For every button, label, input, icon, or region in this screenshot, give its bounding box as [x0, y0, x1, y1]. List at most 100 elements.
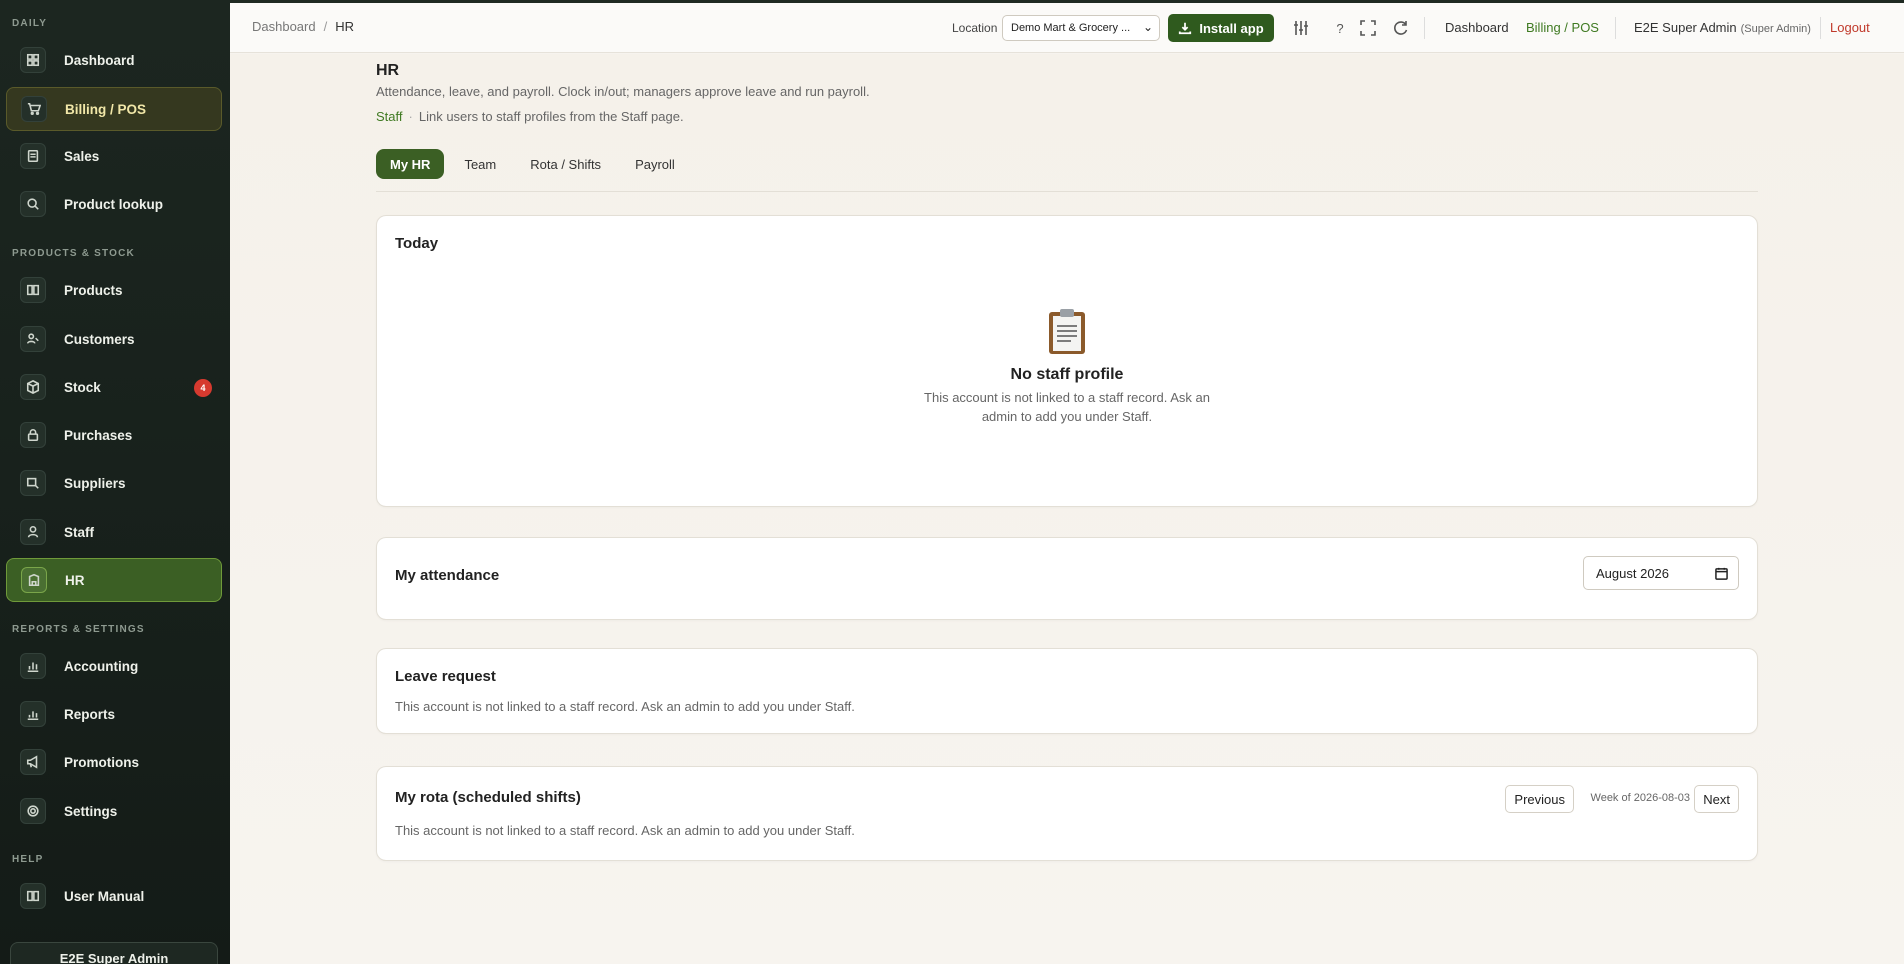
staff-note-text: Link users to staff profiles from the St…	[418, 109, 684, 124]
rota-text: This account is not linked to a staff re…	[395, 823, 855, 838]
tabs-divider	[376, 191, 1758, 192]
sidebar-item-sales[interactable]: Sales	[6, 134, 222, 178]
breadcrumb-current: HR	[335, 19, 355, 34]
rota-title: My rota (scheduled shifts)	[395, 789, 581, 806]
sidebar-item-label: Accounting	[64, 658, 139, 674]
next-week-button[interactable]: Next	[1694, 785, 1739, 813]
breadcrumb: Dashboard / HR	[252, 19, 354, 34]
sidebar-item-label: HR	[65, 572, 85, 588]
sidebar-item-label: Billing / POS	[65, 101, 147, 117]
chevron-down-icon: ⌄	[1142, 20, 1153, 34]
tab-my-hr[interactable]: My HR	[376, 149, 445, 179]
download-icon	[1179, 22, 1192, 35]
fullscreen-icon[interactable]	[1358, 18, 1378, 38]
rota-card: My rota (scheduled shifts) Previous Week…	[376, 766, 1758, 861]
empty-state: No staff profile This account is not lin…	[377, 306, 1757, 426]
leave-request-card: Leave request This account is not linked…	[376, 648, 1758, 734]
sidebar-item-suppliers[interactable]: Suppliers	[6, 461, 222, 505]
sidebar-item-label: Staff	[64, 524, 94, 540]
dot-separator: ·	[408, 109, 413, 124]
sidebar-item-hr[interactable]: HR	[6, 558, 222, 602]
breadcrumb-separator: /	[323, 19, 328, 34]
sidebar-item-products[interactable]: Products	[6, 268, 222, 312]
sidebar-item-label: Customers	[64, 331, 135, 347]
breadcrumb-dashboard[interactable]: Dashboard	[252, 19, 316, 34]
sidebar-item-staff[interactable]: Staff	[6, 510, 222, 554]
sidebar-item-label: Products	[64, 282, 123, 298]
divider	[1424, 17, 1425, 39]
sidebar-item-promotions[interactable]: Promotions	[6, 740, 222, 784]
user-role: (Super Admin)	[1740, 23, 1811, 35]
top-bar: Dashboard / HR Location Demo Mart & Grocer…	[230, 3, 1904, 53]
refresh-icon[interactable]	[1391, 18, 1411, 38]
attendance-title: My attendance	[395, 567, 500, 584]
page-description: Attendance, leave, and payroll. Clock in…	[376, 84, 870, 99]
chart-icon	[20, 701, 46, 727]
location-select[interactable]: Demo Mart & Grocery ... ⌄	[1002, 15, 1160, 41]
tab-team[interactable]: Team	[450, 149, 510, 179]
location-value: Demo Mart & Grocery ...	[1011, 22, 1131, 34]
sidebar-item-label: Promotions	[64, 754, 140, 770]
install-app-button[interactable]: Install app	[1168, 14, 1274, 42]
sidebar-item-product-lookup[interactable]: Product lookup	[6, 182, 222, 226]
sidebar-item-user-manual[interactable]: User Manual	[6, 874, 222, 918]
divider	[1820, 17, 1821, 39]
main-content: HR Attendance, leave, and payroll. Clock…	[230, 54, 1904, 964]
sidebar-item-billing[interactable]: Billing / POS	[6, 87, 222, 131]
topbar-billing-link[interactable]: Billing / POS	[1526, 20, 1599, 35]
month-picker[interactable]: August 2026	[1583, 556, 1739, 590]
clipboard-icon	[1047, 306, 1087, 356]
box-icon	[20, 374, 46, 400]
sidebar-user-card[interactable]: E2E Super Admin	[10, 942, 218, 964]
sidebar-item-reports[interactable]: Reports	[6, 692, 222, 736]
today-title: Today	[395, 235, 439, 252]
customers-icon	[20, 326, 46, 352]
sidebar-item-purchases[interactable]: Purchases	[6, 413, 222, 457]
sidebar-item-label: Sales	[64, 148, 100, 164]
chart-icon	[20, 653, 46, 679]
empty-state-text: This account is not linked to a staff re…	[924, 390, 1210, 424]
empty-state-title: No staff profile	[1010, 366, 1124, 383]
sidebar-item-label: Suppliers	[64, 475, 126, 491]
supplier-icon	[20, 470, 46, 496]
section-help: HELP	[12, 854, 44, 865]
sidebar-item-dashboard[interactable]: Dashboard	[6, 38, 222, 82]
cart-icon	[21, 96, 47, 122]
install-app-label: Install app	[1199, 20, 1264, 36]
today-card: Today No staff profile This account is n…	[376, 215, 1758, 507]
lock-icon	[20, 422, 46, 448]
sliders-icon[interactable]	[1291, 18, 1311, 38]
divider	[1615, 17, 1616, 39]
receipt-icon	[20, 143, 46, 169]
gear-icon	[20, 798, 46, 824]
sidebar: DAILY Dashboard Billing / POS Sales Prod…	[0, 0, 230, 964]
sidebar-item-customers[interactable]: Customers	[6, 317, 222, 361]
sidebar-item-label: Purchases	[64, 427, 133, 443]
tab-payroll[interactable]: Payroll	[621, 149, 689, 179]
staff-note: Staff · Link users to staff profiles from …	[376, 109, 684, 124]
building-icon	[21, 567, 47, 593]
sidebar-item-label: Reports	[64, 706, 116, 722]
tab-rota-shifts[interactable]: Rota / Shifts	[516, 149, 615, 179]
user-name: E2E Super Admin	[1634, 20, 1737, 35]
previous-week-button[interactable]: Previous	[1505, 785, 1574, 813]
topbar-dashboard-link[interactable]: Dashboard	[1445, 20, 1509, 35]
staff-link[interactable]: Staff	[376, 109, 403, 124]
section-reports-settings: REPORTS & SETTINGS	[12, 624, 145, 635]
sidebar-item-stock[interactable]: Stock 4	[6, 365, 222, 409]
location-label: Location	[952, 21, 998, 35]
month-value: August 2026	[1596, 566, 1670, 581]
person-icon	[20, 519, 46, 545]
logout-link[interactable]: Logout	[1830, 20, 1870, 35]
attendance-card: My attendance August 2026	[376, 537, 1758, 620]
book-icon	[20, 277, 46, 303]
sidebar-item-accounting[interactable]: Accounting	[6, 644, 222, 688]
leave-title: Leave request	[395, 668, 496, 685]
section-daily: DAILY	[12, 18, 48, 29]
sidebar-item-label: Product lookup	[64, 196, 163, 212]
sidebar-item-settings[interactable]: Settings	[6, 789, 222, 833]
help-button[interactable]: ?	[1330, 18, 1350, 38]
calendar-icon	[1715, 567, 1728, 580]
dashboard-icon	[20, 47, 46, 73]
hr-tabs: My HR Team Rota / Shifts Payroll	[376, 149, 689, 179]
